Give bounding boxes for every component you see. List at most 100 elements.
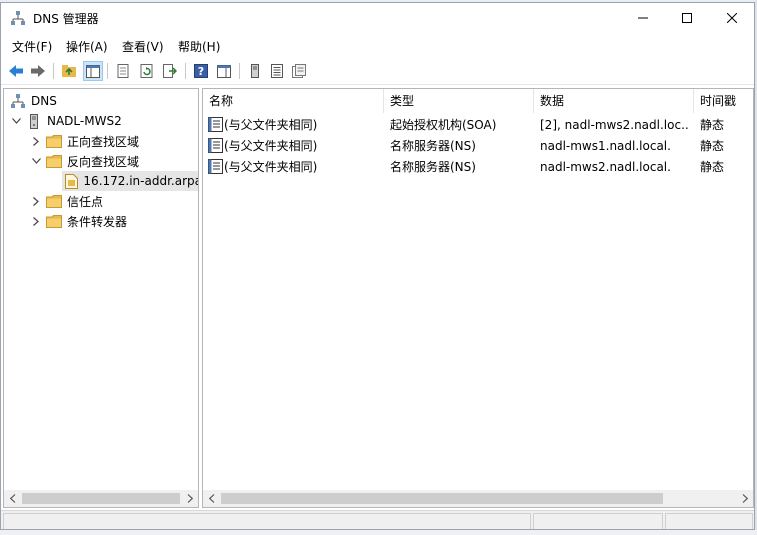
scroll-left-icon[interactable] (4, 490, 21, 507)
record-list-button[interactable] (267, 61, 287, 81)
table-row[interactable]: (与父文件夹相同) 起始授权机构(SOA) [2], nadl-mws2.nad… (203, 115, 753, 135)
scroll-right-icon[interactable] (736, 490, 753, 507)
record-timestamp: 静态 (700, 118, 725, 132)
record-name: (与父文件夹相同) (224, 160, 318, 174)
chevron-right-icon[interactable] (30, 135, 42, 147)
records-list-pane[interactable]: 名称 类型 数据 时间戳 (与父文件夹相同) 起始授权机构(SOA) [2], … (202, 88, 754, 508)
background-below-window (0, 530, 757, 535)
record-name: (与父文件夹相同) (224, 118, 318, 132)
tree-item-dns[interactable]: DNS (10, 91, 57, 111)
record-type: 起始授权机构(SOA) (390, 118, 497, 132)
tree-horizontal-scrollbar[interactable] (4, 490, 198, 507)
dns-icon (10, 93, 26, 109)
title-bar[interactable]: DNS 管理器 (1, 3, 754, 33)
scroll-left-icon[interactable] (203, 490, 220, 507)
column-header-row: 名称 类型 数据 时间戳 (203, 89, 753, 113)
tree-label-server: NADL-MWS2 (47, 114, 122, 128)
tree-item-trust-points[interactable]: 信任点 (30, 191, 103, 211)
close-button[interactable] (710, 3, 754, 33)
menu-action[interactable]: 操作(A) (66, 38, 108, 55)
properties-icon (117, 64, 129, 78)
record-icon (208, 138, 224, 158)
tree-item-forward-lookup-zones[interactable]: 正向查找区域 (30, 131, 139, 151)
tree-label-dns: DNS (31, 94, 57, 108)
refresh-icon (140, 64, 153, 78)
tree-label-trust-points: 信任点 (67, 194, 104, 209)
export-list-icon (163, 64, 177, 78)
server-icon (251, 64, 259, 78)
minimize-button[interactable] (621, 3, 665, 33)
chevron-right-icon[interactable] (30, 215, 42, 227)
tree-label-reverse-zone-child: 16.172.in-addr.arpa (83, 174, 199, 188)
record-icon (208, 117, 224, 137)
refresh-button[interactable] (137, 61, 157, 81)
chevron-down-icon[interactable] (30, 155, 42, 167)
properties-button[interactable] (113, 61, 133, 81)
folder-icon (46, 193, 62, 209)
record-data: nadl-mws2.nadl.local. (540, 160, 671, 174)
menu-file[interactable]: 文件(F) (12, 38, 52, 55)
record-type: 名称服务器(NS) (390, 160, 476, 174)
server-icon (26, 113, 42, 129)
show-hide-console-tree-button[interactable] (83, 61, 103, 81)
minimize-icon (638, 17, 648, 19)
maximize-button[interactable] (665, 3, 709, 33)
status-bar (1, 510, 754, 529)
dns-manager-window: DNS 管理器 文件(F) 操作(A) 查看(V) 帮助(H) ? DNS NA… (0, 2, 755, 530)
table-row[interactable]: (与父文件夹相同) 名称服务器(NS) nadl-mws1.nadl.local… (203, 136, 753, 156)
scroll-right-icon[interactable] (181, 490, 198, 507)
help-button[interactable]: ? (191, 61, 211, 81)
window-title: DNS 管理器 (33, 12, 99, 26)
tree-label-conditional-forwarders: 条件转发器 (67, 214, 128, 229)
folder-icon (46, 133, 62, 149)
column-header-data[interactable]: 数据 (534, 89, 694, 113)
maximize-icon (682, 13, 692, 23)
record-name: (与父文件夹相同) (224, 139, 318, 153)
table-row[interactable]: (与父文件夹相同) 名称服务器(NS) nadl-mws2.nadl.local… (203, 157, 753, 177)
tree-item-conditional-forwarders[interactable]: 条件转发器 (30, 211, 127, 231)
close-icon (727, 13, 737, 23)
record-icon (208, 159, 224, 179)
show-hide-action-pane-button[interactable] (214, 61, 234, 81)
tree-scroll-thumb[interactable] (22, 493, 180, 504)
action-pane-icon (217, 64, 231, 78)
svg-text:?: ? (198, 65, 204, 78)
help-icon: ? (194, 64, 208, 78)
toolbar: ? (1, 58, 754, 85)
record-type: 名称服务器(NS) (390, 139, 476, 153)
console-tree-pane[interactable]: DNS NADL-MWS2 正向查找区域 反向查找区域 16.172.in-ad… (3, 88, 199, 508)
forward-button[interactable] (28, 61, 48, 81)
up-folder-button[interactable] (59, 61, 79, 81)
zone-file-icon (64, 173, 78, 189)
folder-icon (46, 153, 62, 169)
list-horizontal-scrollbar[interactable] (203, 490, 753, 507)
menu-help[interactable]: 帮助(H) (178, 38, 220, 55)
filter-button[interactable] (289, 61, 309, 81)
record-data: nadl-mws1.nadl.local. (540, 139, 671, 153)
tree-item-reverse-lookup-zones[interactable]: 反向查找区域 (30, 151, 139, 171)
record-timestamp: 静态 (700, 160, 725, 174)
tree-item-reverse-zone-selected[interactable]: 16.172.in-addr.arpa (62, 171, 199, 191)
status-segment-middle (533, 513, 663, 529)
record-list-icon (271, 64, 283, 78)
up-folder-icon (62, 65, 76, 77)
folder-icon (46, 213, 62, 229)
back-button[interactable] (6, 61, 26, 81)
status-segment-right (665, 513, 753, 529)
chevron-right-icon[interactable] (30, 195, 42, 207)
tree-item-server[interactable]: NADL-MWS2 (10, 111, 122, 131)
menu-view[interactable]: 查看(V) (122, 38, 164, 55)
back-arrow-icon (9, 65, 23, 77)
forward-arrow-icon (31, 65, 45, 77)
export-list-button[interactable] (160, 61, 180, 81)
list-scroll-thumb[interactable] (221, 493, 663, 504)
column-header-name[interactable]: 名称 (203, 89, 384, 113)
server-button[interactable] (245, 61, 265, 81)
column-header-timestamp[interactable]: 时间戳 (694, 89, 753, 113)
filter-records-icon (292, 64, 306, 78)
tree-label-reverse-zones: 反向查找区域 (67, 154, 140, 169)
chevron-down-icon[interactable] (10, 115, 22, 127)
column-header-type[interactable]: 类型 (384, 89, 534, 113)
record-data: [2], nadl-mws2.nadl.loc... (540, 118, 690, 132)
status-segment-main (3, 513, 531, 529)
